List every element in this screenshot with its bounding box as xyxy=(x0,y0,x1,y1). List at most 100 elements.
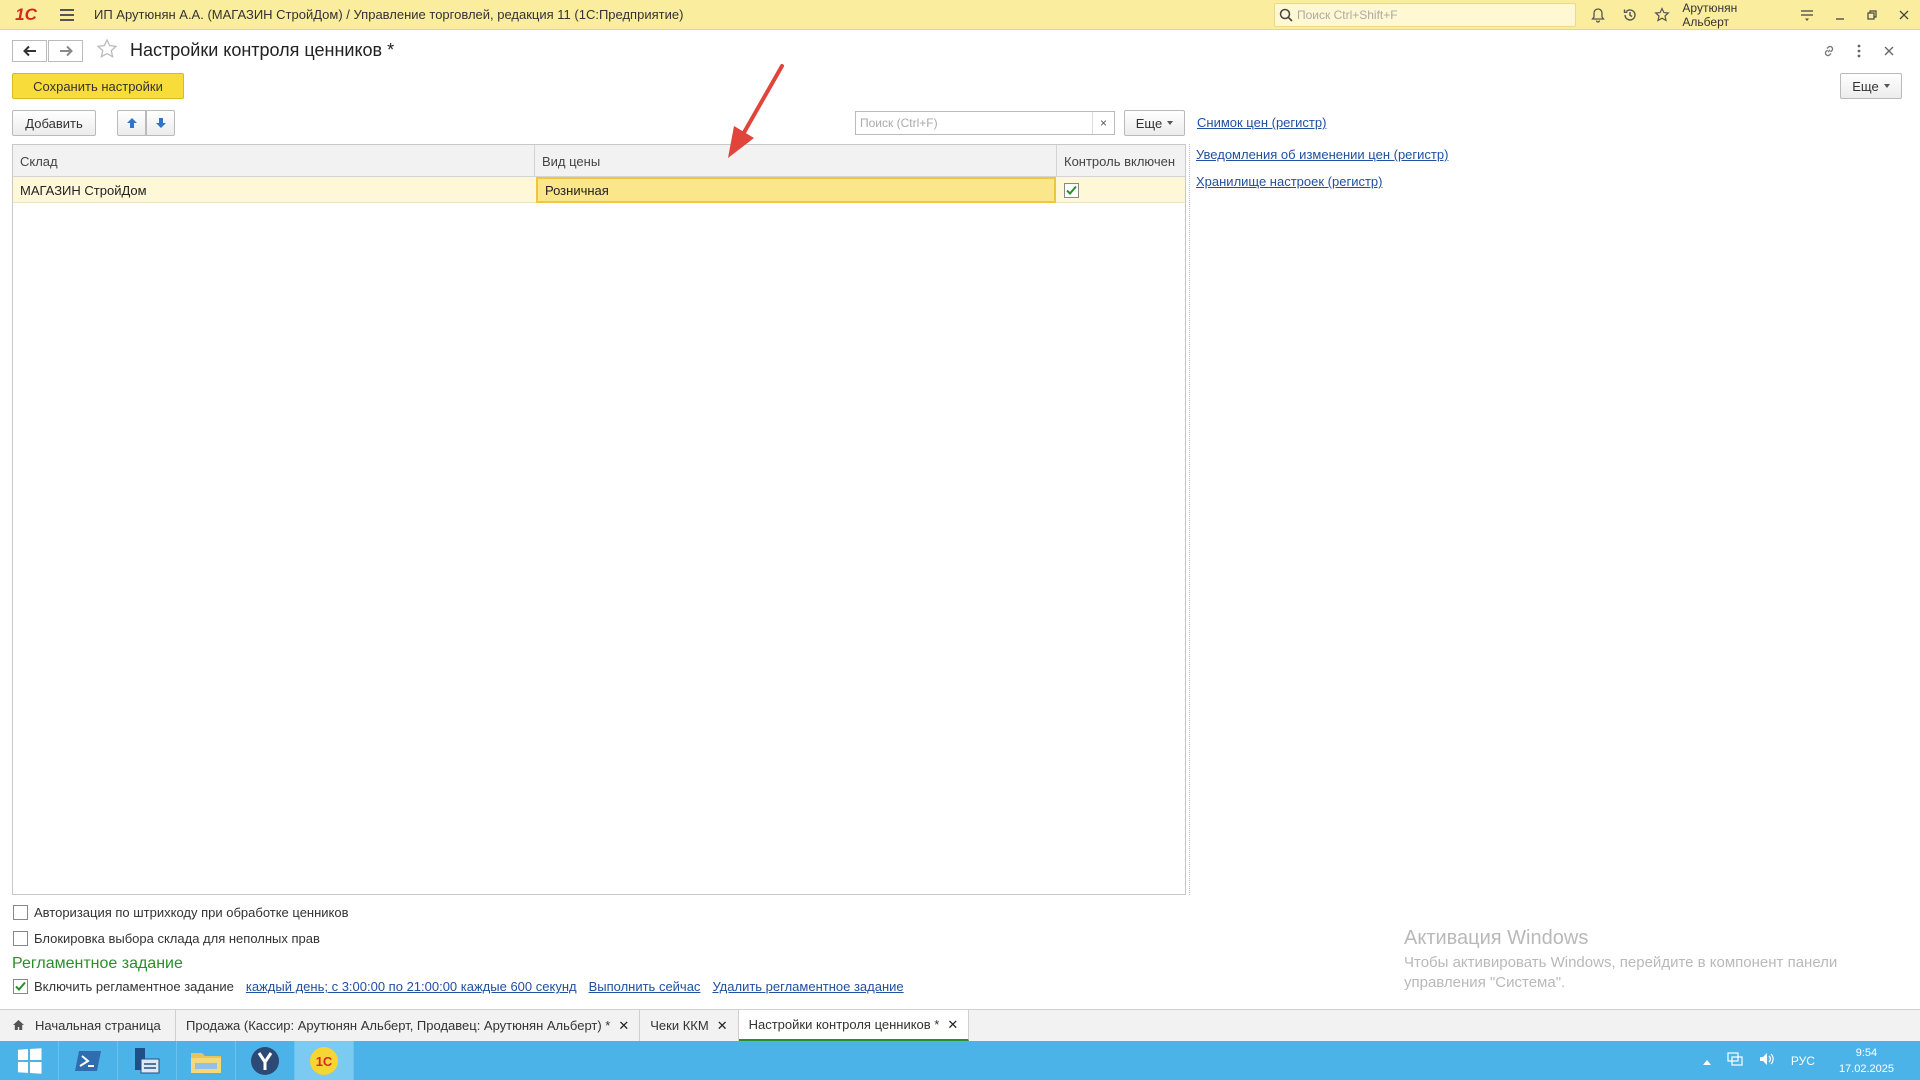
current-user[interactable]: Арутюнян Альберт xyxy=(1682,1,1781,29)
schedule-section-title: Регламентное задание xyxy=(12,955,183,972)
powershell-icon xyxy=(75,1050,101,1071)
global-search[interactable] xyxy=(1274,3,1576,27)
chevron-down-icon xyxy=(1167,121,1174,125)
arrow-up-icon xyxy=(126,118,137,128)
activation-watermark-title: Активация Windows xyxy=(1404,927,1589,949)
checkmark-icon xyxy=(15,981,26,991)
home-icon xyxy=(12,1018,25,1034)
cell-sklad[interactable]: МАГАЗИН СтройДом xyxy=(13,177,535,203)
schedule-link[interactable]: каждый день; с 3:00:00 по 21:00:00 кажды… xyxy=(246,979,577,994)
main-menu-icon[interactable] xyxy=(56,0,78,30)
taskbar-server-manager[interactable] xyxy=(118,1041,177,1080)
svg-text:1С: 1С xyxy=(316,1054,333,1069)
table-search-input[interactable] xyxy=(856,116,1086,130)
bell-icon[interactable] xyxy=(1582,0,1614,30)
settings-menu-icon[interactable] xyxy=(1791,0,1823,30)
cell-control-enabled[interactable] xyxy=(1057,177,1185,203)
system-tray: РУС 9:54 17.02.2025 xyxy=(1695,1041,1920,1080)
tab-label: Настройки контроля ценников * xyxy=(748,1017,940,1032)
chevron-down-icon xyxy=(1883,84,1890,88)
table-search[interactable]: × xyxy=(855,111,1115,135)
tab-label: Начальная страница xyxy=(35,1018,161,1033)
tab-label: Чеки ККМ xyxy=(650,1018,709,1033)
back-button[interactable] xyxy=(12,40,47,62)
save-settings-button[interactable]: Сохранить настройки xyxy=(12,73,184,99)
1c-logo[interactable]: 1С xyxy=(6,0,46,30)
enable-schedule-checkbox[interactable] xyxy=(13,979,28,994)
tab-price-tag-settings[interactable]: Настройки контроля ценников * ✕ xyxy=(738,1010,970,1041)
arrow-down-icon xyxy=(155,118,166,128)
clock-time: 9:54 xyxy=(1855,1046,1878,1059)
page-title: Настройки контроля ценников * xyxy=(130,40,395,60)
delete-schedule-link[interactable]: Удалить регламентное задание xyxy=(712,979,903,994)
clear-search-icon[interactable]: × xyxy=(1092,112,1114,134)
column-header-sklad[interactable]: Склад xyxy=(13,145,535,177)
windows-logo-icon xyxy=(17,1047,42,1074)
start-button[interactable] xyxy=(0,1041,59,1080)
forward-button[interactable] xyxy=(48,40,83,62)
move-down-button[interactable] xyxy=(146,110,175,136)
volume-icon[interactable] xyxy=(1759,1052,1775,1069)
taskbar-1c-enterprise[interactable]: 1С xyxy=(295,1041,354,1080)
column-header-control[interactable]: Контроль включен xyxy=(1057,145,1185,177)
more-vertical-icon[interactable] xyxy=(1844,40,1874,62)
favorites-star-icon[interactable] xyxy=(1646,0,1678,30)
folder-icon xyxy=(191,1052,221,1073)
cell-vid-ceny[interactable]: Розничная xyxy=(536,177,1056,203)
taskbar-powershell[interactable] xyxy=(59,1041,118,1080)
option-block-warehouse[interactable]: Блокировка выбора склада для неполных пр… xyxy=(13,931,320,946)
add-button[interactable]: Добавить xyxy=(12,110,96,136)
settings-table[interactable]: Склад Вид цены Контроль включен МАГАЗИН … xyxy=(12,144,1186,895)
windows-taskbar: 1С РУС 9:54 17.02.2025 xyxy=(0,1041,1920,1080)
close-form-icon[interactable] xyxy=(1874,40,1904,62)
more-label: Еще xyxy=(1852,78,1879,94)
block-warehouse-checkbox[interactable] xyxy=(13,931,28,946)
table-header: Склад Вид цены Контроль включен xyxy=(13,145,1185,177)
move-up-button[interactable] xyxy=(117,110,146,136)
open-windows-bar: Начальная страница Продажа (Кассир: Арут… xyxy=(0,1009,1920,1041)
option-enable-schedule[interactable]: Включить регламентное задание каждый ден… xyxy=(13,979,904,994)
tab-sale[interactable]: Продажа (Кассир: Арутюнян Альберт, Прода… xyxy=(176,1010,641,1041)
link-price-snapshot[interactable]: Снимок цен (регистр) xyxy=(1197,115,1326,130)
barcode-auth-checkbox[interactable] xyxy=(13,905,28,920)
close-tab-icon[interactable]: ✕ xyxy=(717,1018,728,1034)
favorite-star-icon[interactable] xyxy=(96,38,118,66)
tab-home[interactable]: Начальная страница xyxy=(0,1010,176,1041)
yandex-browser-icon xyxy=(251,1046,279,1075)
run-now-link[interactable]: Выполнить сейчас xyxy=(589,979,701,994)
system-clock[interactable]: 9:54 17.02.2025 xyxy=(1831,1045,1902,1077)
taskbar-file-explorer[interactable] xyxy=(177,1041,236,1080)
1c-app-icon: 1С xyxy=(310,1046,338,1075)
history-icon[interactable] xyxy=(1614,0,1646,30)
link-price-change-notifications[interactable]: Уведомления об изменении цен (регистр) xyxy=(1196,147,1448,162)
table-row[interactable]: МАГАЗИН СтройДом Розничная xyxy=(13,177,1185,203)
option-barcode-auth[interactable]: Авторизация по штрихкоду при обработке ц… xyxy=(13,905,349,920)
title-bar: 1С ИП Арутюнян А.А. (МАГАЗИН СтройДом) /… xyxy=(0,0,1920,30)
global-search-input[interactable] xyxy=(1297,8,1567,22)
close-window-icon[interactable] xyxy=(1888,0,1920,30)
column-header-vid-ceny[interactable]: Вид цены xyxy=(535,145,1057,177)
close-tab-icon[interactable]: ✕ xyxy=(947,1017,958,1033)
checkmark-icon xyxy=(1066,185,1077,195)
search-icon xyxy=(1275,4,1297,26)
taskbar-yandex-browser[interactable] xyxy=(236,1041,295,1080)
restore-icon[interactable] xyxy=(1856,0,1888,30)
minimize-icon[interactable] xyxy=(1824,0,1856,30)
barcode-auth-label: Авторизация по штрихкоду при обработке ц… xyxy=(34,905,349,920)
close-tab-icon[interactable]: ✕ xyxy=(618,1018,629,1034)
block-warehouse-label: Блокировка выбора склада для неполных пр… xyxy=(34,931,320,946)
more-label: Еще xyxy=(1135,115,1163,131)
link-settings-storage[interactable]: Хранилище настроек (регистр) xyxy=(1196,174,1382,189)
link-icon[interactable] xyxy=(1814,40,1844,62)
enable-schedule-label: Включить регламентное задание xyxy=(34,979,234,994)
show-hidden-icons-icon[interactable] xyxy=(1702,1054,1711,1068)
network-icon[interactable] xyxy=(1727,1052,1743,1069)
tab-kkm-receipts[interactable]: Чеки ККМ ✕ xyxy=(640,1010,739,1041)
more-button-table[interactable]: Еще xyxy=(1124,110,1185,136)
server-manager-icon xyxy=(135,1047,160,1073)
control-enabled-checkbox[interactable] xyxy=(1064,182,1079,198)
app-title: ИП Арутюнян А.А. (МАГАЗИН СтройДом) / Уп… xyxy=(94,7,684,22)
input-language[interactable]: РУС xyxy=(1791,1054,1815,1068)
more-button-top[interactable]: Еще xyxy=(1840,73,1902,99)
red-arrow-annotation xyxy=(728,64,784,158)
